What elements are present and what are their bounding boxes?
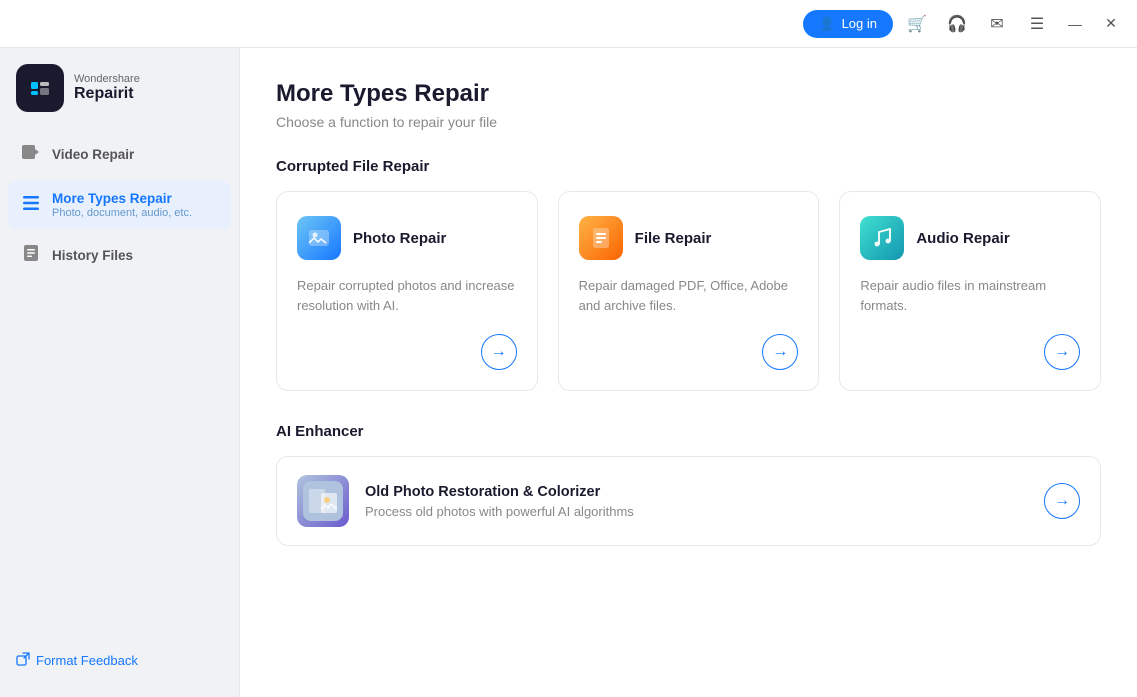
card-title: File Repair xyxy=(635,230,712,247)
cards-grid: Photo Repair Repair corrupted photos and… xyxy=(276,191,1101,391)
minimize-button[interactable]: — xyxy=(1061,10,1089,38)
sidebar-item-video-repair[interactable]: Video Repair xyxy=(8,132,231,177)
card-desc: Repair corrupted photos and increase res… xyxy=(297,276,517,318)
card-header: File Repair xyxy=(579,216,799,260)
section-title-ai: AI Enhancer xyxy=(276,423,1101,440)
title-bar-actions: 👤 Log in 🛒 🎧 ✉ ☰ — ✕ xyxy=(803,8,1125,40)
sidebar-item-label: History Files xyxy=(52,248,133,263)
wide-card-title: Old Photo Restoration & Colorizer xyxy=(365,484,1028,500)
cart-icon[interactable]: 🛒 xyxy=(901,8,933,40)
wide-card-desc: Process old photos with powerful AI algo… xyxy=(365,504,1028,519)
brand-name: Wondershare xyxy=(74,73,140,85)
sidebar-item-history-files[interactable]: History Files xyxy=(8,233,231,278)
video-repair-icon xyxy=(20,142,42,167)
old-photo-icon xyxy=(297,475,349,527)
sidebar-item-more-types-repair[interactable]: More Types Repair Photo, document, audio… xyxy=(8,181,231,229)
audio-repair-card[interactable]: Audio Repair Repair audio files in mains… xyxy=(839,191,1101,391)
card-arrow: → xyxy=(579,334,799,370)
logo-icon xyxy=(16,64,64,112)
card-arrow: → xyxy=(860,334,1080,370)
history-files-icon xyxy=(20,243,42,268)
card-desc: Repair audio files in mainstream formats… xyxy=(860,276,1080,318)
card-header: Audio Repair xyxy=(860,216,1080,260)
page-title: More Types Repair xyxy=(276,80,1101,108)
headset-icon[interactable]: 🎧 xyxy=(941,8,973,40)
sidebar-nav: Video Repair More Types Repair Photo, do… xyxy=(0,132,239,640)
old-photo-content: Old Photo Restoration & Colorizer Proces… xyxy=(365,484,1028,519)
close-button[interactable]: ✕ xyxy=(1097,10,1125,38)
sidebar-item-label: Video Repair xyxy=(52,147,134,162)
sidebar-item-label: More Types Repair xyxy=(52,191,192,206)
page-subtitle: Choose a function to repair your file xyxy=(276,114,1101,130)
menu-icon[interactable]: ☰ xyxy=(1021,8,1053,40)
video-repair-content: Video Repair xyxy=(52,147,134,162)
corrupted-file-repair-section: Corrupted File Repair Photo Repair xyxy=(276,158,1101,391)
audio-repair-arrow[interactable]: → xyxy=(1044,334,1080,370)
card-title: Audio Repair xyxy=(916,230,1009,247)
card-header: Photo Repair xyxy=(297,216,517,260)
photo-repair-icon xyxy=(297,216,341,260)
user-icon: 👤 xyxy=(819,16,835,32)
photo-repair-card[interactable]: Photo Repair Repair corrupted photos and… xyxy=(276,191,538,391)
more-types-content: More Types Repair Photo, document, audio… xyxy=(52,191,192,219)
more-types-icon xyxy=(20,193,42,218)
title-bar: 👤 Log in 🛒 🎧 ✉ ☰ — ✕ xyxy=(0,0,1137,48)
history-files-content: History Files xyxy=(52,248,133,263)
login-button[interactable]: 👤 Log in xyxy=(803,10,893,38)
file-repair-card[interactable]: File Repair Repair damaged PDF, Office, … xyxy=(558,191,820,391)
old-photo-restoration-card[interactable]: Old Photo Restoration & Colorizer Proces… xyxy=(276,456,1101,546)
wide-card-arrow: → xyxy=(1044,483,1080,519)
file-repair-arrow[interactable]: → xyxy=(762,334,798,370)
external-link-icon xyxy=(16,652,30,669)
format-feedback-label: Format Feedback xyxy=(36,653,138,668)
content-area: More Types Repair Choose a function to r… xyxy=(240,48,1137,697)
format-feedback-link[interactable]: Format Feedback xyxy=(16,652,223,669)
card-desc: Repair damaged PDF, Office, Adobe and ar… xyxy=(579,276,799,318)
main-layout: Wondershare Repairit Video Repair xyxy=(0,48,1137,697)
file-repair-icon xyxy=(579,216,623,260)
app-logo: Wondershare Repairit xyxy=(0,64,239,132)
section-title-corrupted: Corrupted File Repair xyxy=(276,158,1101,175)
sidebar-item-sub: Photo, document, audio, etc. xyxy=(52,207,192,219)
sidebar-footer: Format Feedback xyxy=(0,640,239,681)
audio-repair-icon xyxy=(860,216,904,260)
old-photo-arrow[interactable]: → xyxy=(1044,483,1080,519)
mail-icon[interactable]: ✉ xyxy=(981,8,1013,40)
sidebar: Wondershare Repairit Video Repair xyxy=(0,48,240,697)
logo-text: Wondershare Repairit xyxy=(74,73,140,103)
ai-enhancer-section: AI Enhancer xyxy=(276,423,1101,546)
card-title: Photo Repair xyxy=(353,230,446,247)
card-arrow: → xyxy=(297,334,517,370)
photo-repair-arrow[interactable]: → xyxy=(481,334,517,370)
login-label: Log in xyxy=(842,16,877,31)
product-name: Repairit xyxy=(74,85,140,103)
